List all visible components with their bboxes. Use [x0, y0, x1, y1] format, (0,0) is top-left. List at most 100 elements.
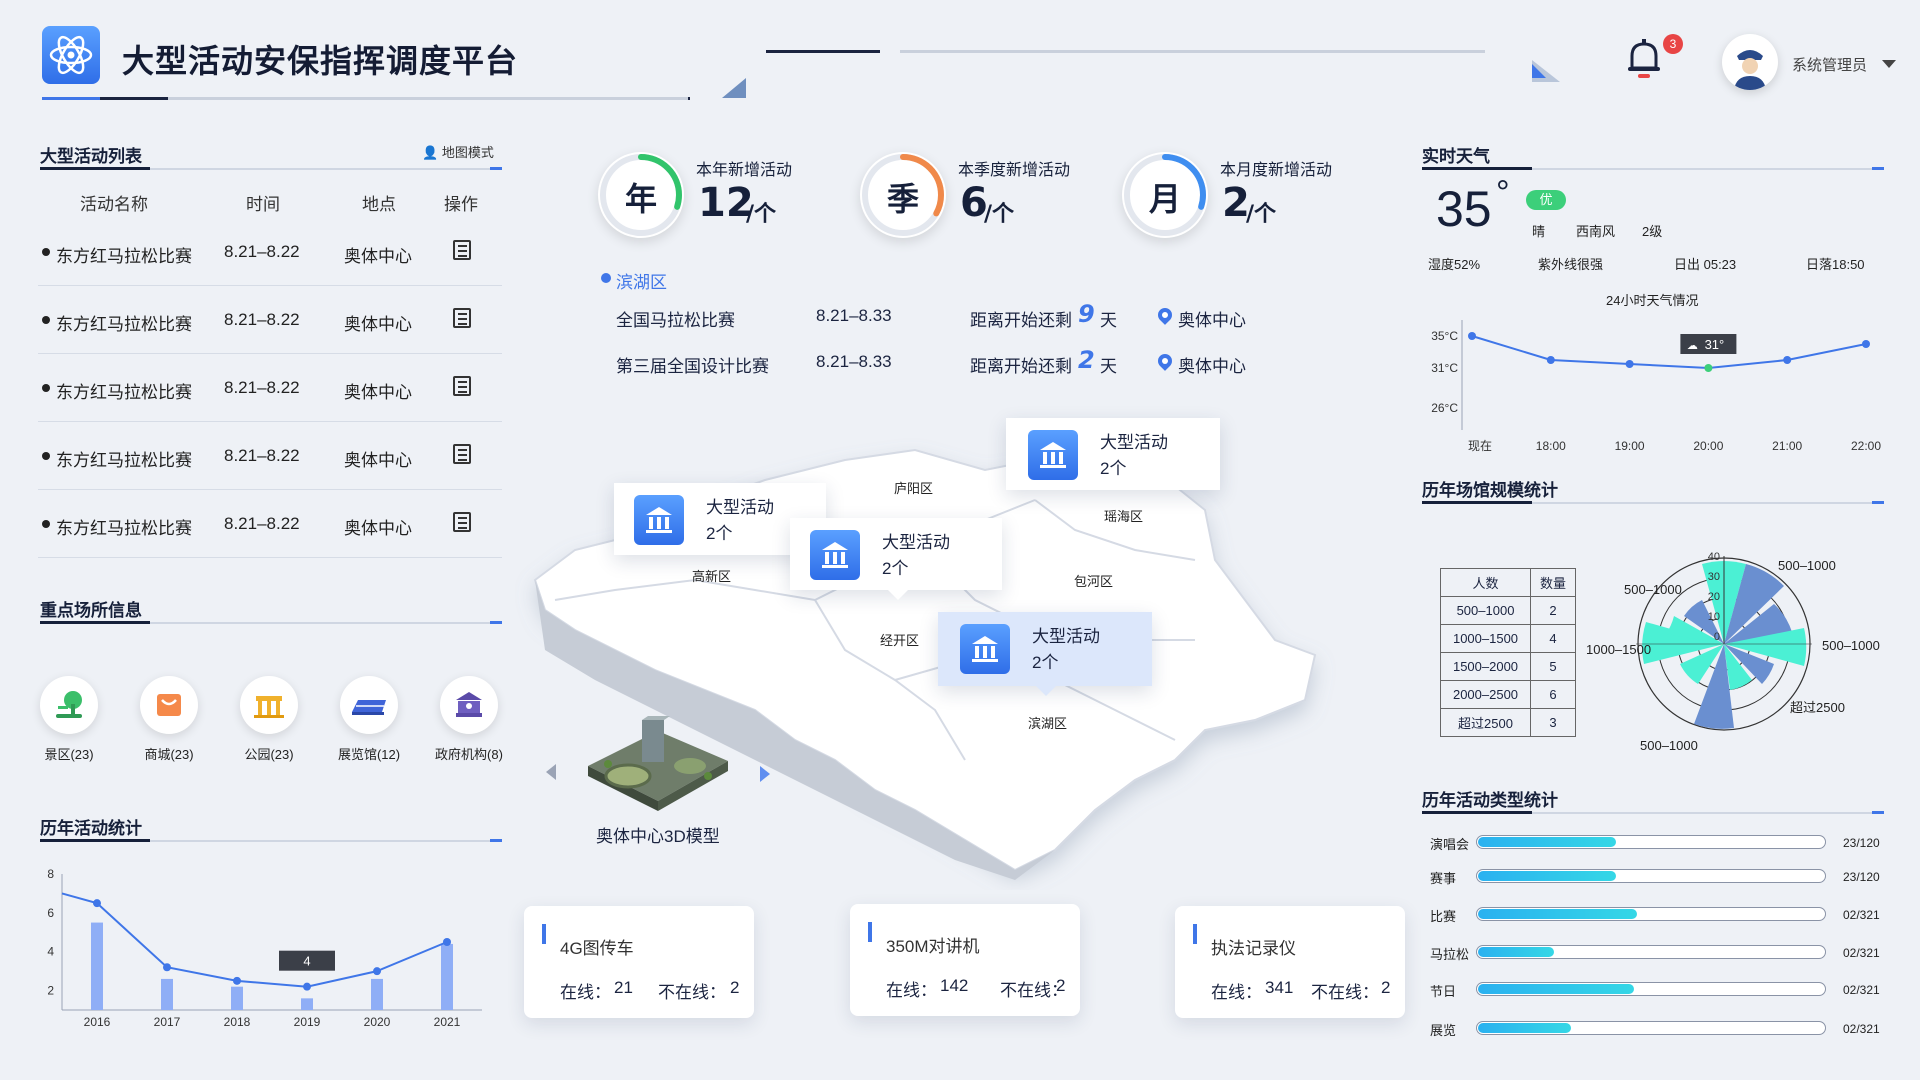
map-card-4-selected[interactable]: 大型活动 2个 [938, 612, 1152, 686]
device-card[interactable]: 350M对讲机 在线： 142 不在线： 2 [850, 904, 1080, 1016]
user-name[interactable]: 系统管理员 [1792, 54, 1867, 75]
y-tick-label: 26°C [1431, 401, 1458, 415]
user-pin-icon: 👤 [422, 145, 439, 160]
map-card-3[interactable]: 大型活动 2个 [790, 518, 1002, 590]
stat-unit: /个 [1246, 202, 1277, 227]
y-tick-label: 35°C [1431, 329, 1458, 343]
rose-label: 500–1000 [1640, 738, 1698, 753]
activity-row[interactable]: 东方红马拉松比赛 8.21–8.22 奥体中心 [38, 218, 502, 286]
activity-type-label: 节日 [1430, 984, 1457, 999]
device-card[interactable]: 执法记录仪 在线： 341 不在线： 2 [1175, 906, 1405, 1018]
device-name: 4G图传车 [560, 939, 634, 958]
rose-label: 500–1000 [1624, 582, 1682, 597]
device-accent-bar [868, 922, 872, 942]
government-icon [456, 692, 482, 717]
venue-park-label: 公园(23) [244, 747, 294, 762]
air-quality-badge: 优 [1526, 190, 1566, 210]
map-mode-button[interactable]: 👤 地图模式 [422, 142, 494, 161]
model-label: 奥体中心3D模型 [596, 827, 720, 846]
device-card[interactable]: 4G图传车 在线： 21 不在线： 2 [524, 906, 754, 1018]
weather-title: 实时天气 [1422, 147, 1490, 166]
y-tick-label: 4 [47, 945, 54, 959]
venue-scenic[interactable] [40, 676, 98, 734]
bar [371, 978, 383, 1010]
venue-government[interactable] [440, 676, 498, 734]
device-online-label: 在线： [886, 981, 937, 1000]
list-line [458, 391, 467, 393]
x-tick-label: 21:00 [1772, 439, 1802, 453]
header-center-line [766, 50, 880, 53]
venue-scale-title: 历年场馆规模统计 [1422, 481, 1558, 500]
event-name[interactable]: 全国马拉松比赛 [616, 306, 735, 331]
yearly-activity-divider [40, 839, 502, 842]
weather-condition: 晴 [1532, 224, 1546, 239]
stat-label: 本季度新增活动 [958, 162, 1071, 179]
temperature-point [1862, 340, 1870, 348]
detail-list-icon[interactable] [453, 444, 471, 464]
event-name[interactable]: 第三届全国设计比赛 [616, 352, 769, 377]
atom-icon [49, 35, 93, 75]
model-next-button[interactable] [760, 766, 770, 782]
user-avatar[interactable] [1722, 34, 1778, 90]
activity-place: 奥体中心 [344, 383, 412, 402]
header-decoration-triangle [722, 78, 746, 98]
activity-time: 8.21–8.22 [224, 242, 300, 261]
header-decoration-line-2 [168, 97, 688, 100]
temperature-point [1468, 332, 1476, 340]
detail-list-icon[interactable] [453, 376, 471, 396]
row-bullet [42, 520, 50, 528]
y-tick-label: 6 [47, 906, 54, 920]
list-line [458, 527, 467, 529]
model-prev-button[interactable] [546, 764, 556, 780]
venue-header-people: 人数 [1439, 568, 1532, 597]
stadium-3d-model[interactable] [578, 706, 738, 816]
bank-icon [810, 530, 860, 580]
activity-type-label: 演唱会 [1430, 837, 1470, 852]
device-name: 执法记录仪 [1211, 939, 1296, 958]
venue-park[interactable] [240, 676, 298, 734]
event-time: 8.21–8.33 [816, 306, 892, 325]
stat-ring: 月 [1122, 152, 1208, 238]
device-offline-count: 2 [730, 978, 740, 997]
activity-row[interactable]: 东方红马拉松比赛 8.21–8.22 奥体中心 [38, 286, 502, 354]
activity-type-track [1476, 1021, 1826, 1035]
park-gate-icon [254, 696, 284, 718]
venue-cell: 6 [1530, 680, 1576, 709]
activity-row[interactable]: 东方红马拉松比赛 8.21–8.22 奥体中心 [38, 490, 502, 558]
activity-type-fill [1478, 984, 1634, 994]
list-line [458, 517, 467, 519]
y-tick-label: 2 [47, 984, 54, 998]
device-offline-label: 不在线： [658, 983, 726, 1002]
list-line [458, 255, 467, 257]
map-card-2[interactable]: 大型活动 2个 [1006, 418, 1220, 490]
activity-name: 东方红马拉松比赛 [56, 451, 192, 470]
temperature-degree: ° [1496, 174, 1510, 212]
activity-row[interactable]: 东方红马拉松比赛 8.21–8.22 奥体中心 [38, 354, 502, 422]
x-tick-label: 18:00 [1536, 439, 1566, 453]
x-tick-label: 19:00 [1615, 439, 1645, 453]
bar [161, 978, 173, 1010]
col-time: 时间 [246, 195, 280, 214]
x-tick-label: 2019 [294, 1015, 321, 1029]
temperature-point [1546, 356, 1555, 364]
venue-rose-chart: 40 30 20 10 0 500–1000 500–1000 1000–150… [1586, 551, 1880, 753]
district-label-binhu: 滨湖区 [1028, 716, 1068, 731]
activity-type-value: 02/321 [1843, 908, 1880, 922]
venue-exhibition[interactable] [340, 676, 398, 734]
yearly-activity-title: 历年活动统计 [40, 819, 142, 838]
activity-place: 奥体中心 [344, 315, 412, 334]
detail-list-icon[interactable] [453, 240, 471, 260]
detail-list-icon[interactable] [453, 308, 471, 328]
venue-mall-label: 商城(23) [144, 747, 194, 762]
venue-cell: 500–1000 [1439, 596, 1532, 625]
map-card-title: 大型活动 [1032, 627, 1100, 646]
chevron-down-icon[interactable] [1882, 60, 1896, 68]
y-tick-label: 8 [47, 867, 54, 881]
x-tick-label: 22:00 [1851, 439, 1881, 453]
activity-row[interactable]: 东方红马拉松比赛 8.21–8.22 奥体中心 [38, 422, 502, 490]
venue-mall[interactable] [140, 676, 198, 734]
notification-button[interactable] [1622, 36, 1666, 82]
key-places-divider [40, 621, 502, 624]
detail-list-icon[interactable] [453, 512, 471, 532]
bell-icon [1628, 39, 1660, 78]
